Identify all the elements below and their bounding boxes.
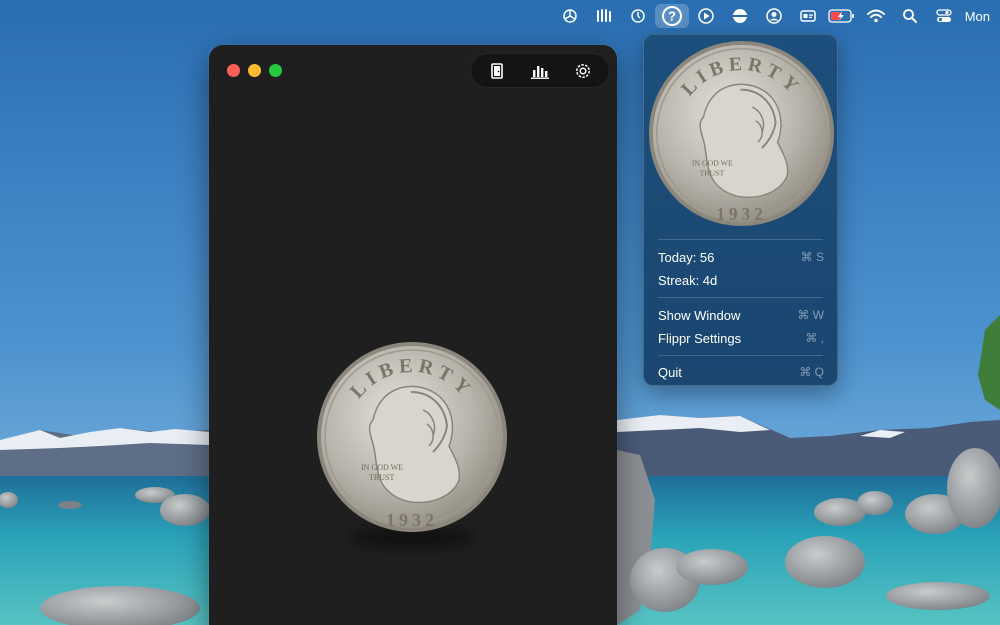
menu-coin-motto-line2: TRUST bbox=[700, 168, 725, 177]
menu-item-show-window-label: Show Window bbox=[658, 307, 741, 323]
menu-separator bbox=[658, 355, 823, 356]
menu-item-today-shortcut: ⌘ S bbox=[800, 250, 824, 264]
control-center-icon[interactable] bbox=[927, 4, 961, 28]
window-toolbar bbox=[470, 53, 610, 88]
wifi-icon[interactable] bbox=[859, 4, 893, 28]
menu-separator bbox=[658, 239, 823, 240]
menu-coin-motto-line1: IN GOD WE bbox=[692, 159, 733, 168]
window-controls bbox=[227, 64, 282, 77]
flippr-window: LIBERTY IN GOD WE TRUST 1932 bbox=[209, 45, 617, 625]
user-icon[interactable] bbox=[757, 4, 791, 28]
help-icon[interactable]: ? bbox=[654, 4, 689, 28]
close-button[interactable] bbox=[227, 64, 240, 77]
menu-coin-image: LIBERTY IN GOD WE TRUST 1932 bbox=[648, 40, 835, 227]
play-icon[interactable] bbox=[689, 4, 723, 28]
coin-year: 1932 bbox=[386, 510, 438, 530]
menu-item-today-label: Today: 56 bbox=[658, 249, 715, 265]
menubar-clock[interactable]: Mon bbox=[961, 9, 996, 24]
menu-item-today[interactable]: Today: 56 ⌘ S bbox=[658, 246, 824, 268]
status-menu: LIBERTY IN GOD WE TRUST 1932 Today: 56 ⌘… bbox=[643, 34, 838, 386]
menu-item-flippr-settings[interactable]: Flippr Settings ⌘ , bbox=[658, 327, 824, 349]
coin-motto-line2: TRUST bbox=[369, 473, 394, 482]
battery-charging-icon[interactable] bbox=[825, 4, 859, 28]
minimize-button[interactable] bbox=[248, 64, 261, 77]
zoom-button[interactable] bbox=[269, 64, 282, 77]
menu-bar: ? Mon bbox=[0, 0, 1000, 32]
menu-item-flippr-settings-shortcut: ⌘ , bbox=[805, 331, 824, 345]
coin-image[interactable]: LIBERTY IN GOD WE TRUST 1932 bbox=[315, 340, 509, 534]
id-card-icon[interactable] bbox=[791, 4, 825, 28]
svg-text:?: ? bbox=[668, 9, 676, 24]
coin-motto-line1: IN GOD WE bbox=[361, 463, 403, 472]
history-icon[interactable] bbox=[621, 4, 655, 28]
menu-item-quit-shortcut: ⌘ Q bbox=[799, 365, 824, 379]
coin-flip-icon[interactable] bbox=[723, 4, 757, 28]
openai-icon[interactable] bbox=[553, 4, 587, 28]
menu-item-quit-label: Quit bbox=[658, 364, 682, 380]
menu-item-show-window[interactable]: Show Window ⌘ W bbox=[658, 304, 824, 326]
menu-separator bbox=[658, 297, 823, 298]
menu-item-show-window-shortcut: ⌘ W bbox=[797, 308, 824, 322]
menu-item-quit[interactable]: Quit ⌘ Q bbox=[658, 361, 824, 383]
menu-item-streak-label: Streak: 4d bbox=[658, 272, 718, 288]
menu-coin-year: 1932 bbox=[716, 204, 767, 224]
door-icon[interactable] bbox=[482, 57, 512, 85]
search-icon[interactable] bbox=[893, 4, 927, 28]
hands-icon[interactable] bbox=[587, 4, 621, 28]
stats-icon[interactable] bbox=[525, 57, 555, 85]
menu-item-flippr-settings-label: Flippr Settings bbox=[658, 330, 742, 346]
settings-icon[interactable] bbox=[568, 57, 598, 85]
menu-item-streak[interactable]: Streak: 4d bbox=[658, 269, 824, 291]
